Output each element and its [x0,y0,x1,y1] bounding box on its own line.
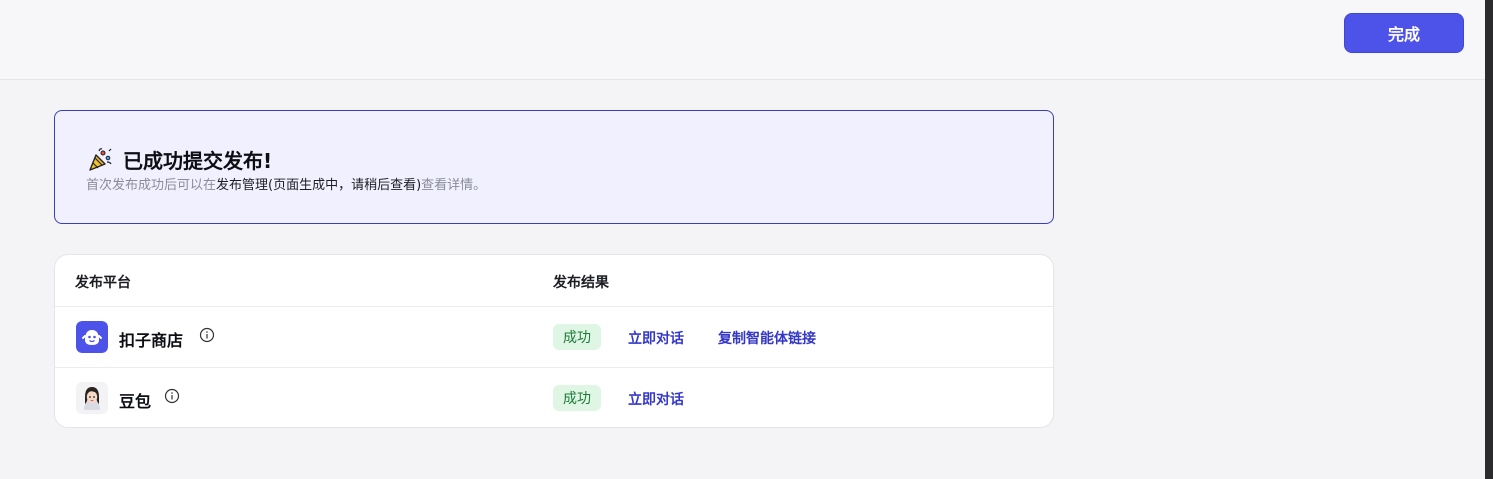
column-header-platform: 发布平台 [75,275,131,291]
status-badge: 成功 [553,385,601,411]
copy-agent-link[interactable]: 复制智能体链接 [718,328,816,348]
success-title: 已成功提交发布! [123,149,273,173]
status-badge: 成功 [553,324,601,350]
done-button[interactable]: 完成 [1344,13,1464,53]
top-bar: 完成 [0,0,1485,80]
window-edge [1485,0,1493,479]
column-header-result: 发布结果 [553,275,609,291]
platform-name-coze-store: 扣子商店 [119,331,184,350]
publish-result-table: 发布平台 发布结果 扣子商店 成功 立即对话 复制智能体链接 豆包 成功 立即对… [54,254,1054,428]
success-description: 首次发布成功后可以在发布管理(页面生成中，请稍后查看)查看详情。 [86,174,486,193]
info-icon[interactable] [199,327,215,343]
party-popper-icon [87,147,113,173]
platform-name-doubao: 豆包 [119,392,152,411]
info-icon[interactable] [164,388,180,404]
success-title-row: 已成功提交发布! [87,145,272,174]
success-banner: 已成功提交发布! 首次发布成功后可以在发布管理(页面生成中，请稍后查看)查看详情… [54,110,1054,224]
table-header: 发布平台 发布结果 [55,255,1053,307]
chat-now-link[interactable]: 立即对话 [628,328,684,348]
coze-store-logo-icon [76,321,108,353]
chat-now-link[interactable]: 立即对话 [628,389,684,409]
table-row: 豆包 成功 立即对话 [55,368,1053,427]
desc-prefix: 首次发布成功后可以在 [86,178,217,193]
table-row: 扣子商店 成功 立即对话 复制智能体链接 [55,307,1053,368]
doubao-avatar-icon [76,382,108,414]
publish-management-link[interactable]: 发布管理(页面生成中，请稍后查看) [216,178,421,193]
desc-suffix: 查看详情。 [421,178,487,193]
